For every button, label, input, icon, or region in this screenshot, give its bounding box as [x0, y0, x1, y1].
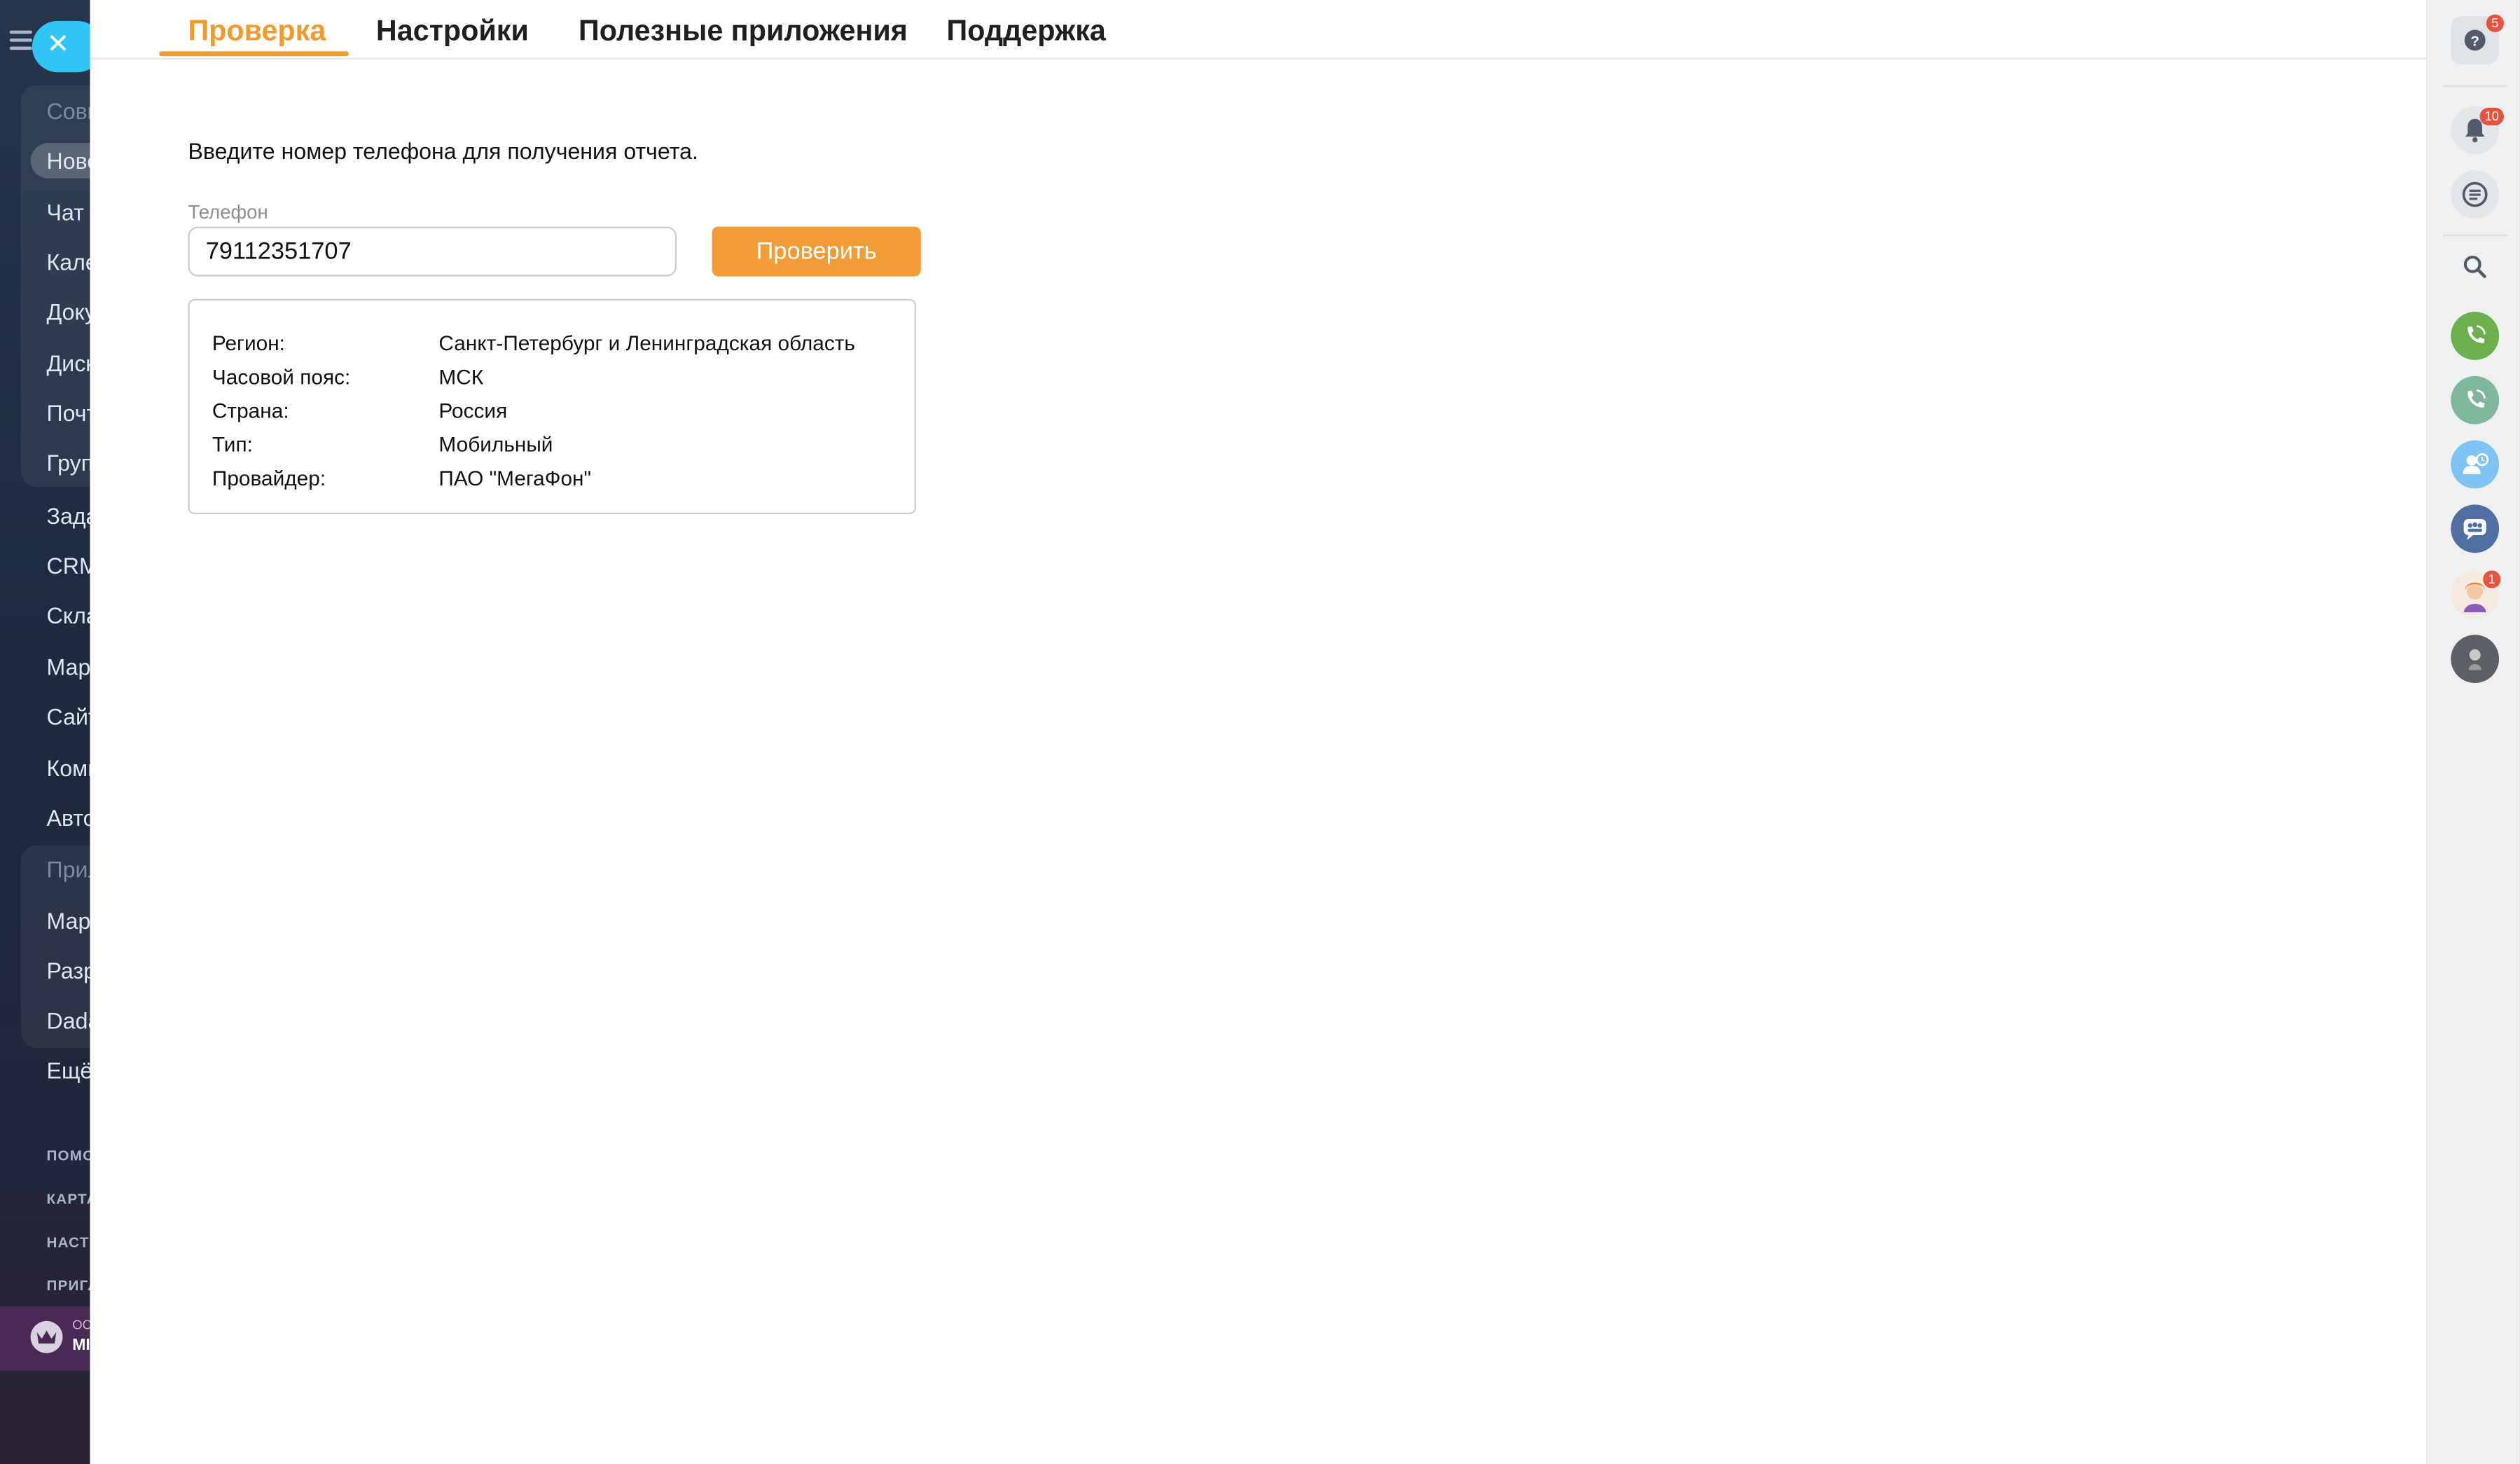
avatar-icon [2468, 649, 2481, 670]
user-clock-icon [2463, 453, 2489, 474]
sidebar-small-item-1[interactable]: КАРТА [47, 1191, 90, 1207]
rail-separator [2442, 234, 2507, 237]
tab-check[interactable]: Проверка [188, 15, 326, 48]
sidebar-footer-line2: МІ [72, 1337, 90, 1355]
sidebar-footer-line1: ОС [72, 1318, 90, 1332]
result-value: ПАО "МегаФон" [438, 466, 592, 490]
result-value: МСК [438, 364, 484, 389]
right-rail: ? 5 10 1 [2426, 0, 2520, 1464]
sidebar-item-3[interactable]: Кале [47, 249, 90, 275]
sidebar-item-7[interactable]: Груп [47, 450, 90, 476]
sidebar-item-6[interactable]: Почт [47, 400, 90, 426]
tab-bar: Проверка Настройки Полезные приложения П… [90, 0, 2427, 60]
hamburger-menu-icon[interactable] [9, 30, 32, 50]
tab-useful-apps[interactable]: Полезные приложения [579, 15, 908, 48]
group-chat-button[interactable] [2451, 504, 2500, 553]
sidebar-item-8[interactable]: Зада [47, 503, 90, 529]
phone-icon [2467, 325, 2486, 343]
notifications-badge: 10 [2479, 107, 2504, 125]
message-list-icon [2462, 181, 2488, 207]
result-key: Тип: [212, 432, 253, 457]
sidebar-item-13[interactable]: Комм [47, 755, 90, 781]
sidebar-small-item-0[interactable]: ПОМО [47, 1147, 90, 1163]
avatar-badge: 1 [2483, 570, 2501, 588]
sidebar-item-2[interactable]: Чат [47, 199, 84, 225]
timeman-button[interactable] [2451, 440, 2500, 489]
search-button[interactable] [2451, 242, 2499, 291]
sidebar-item-18[interactable]: Dada [47, 1007, 90, 1033]
sidebar-item-15[interactable]: Прил [47, 857, 90, 883]
phone-input[interactable] [188, 226, 677, 277]
result-key: Провайдер: [212, 466, 326, 490]
sidebar-small-item-2[interactable]: НАСТ [47, 1234, 90, 1250]
tab-settings[interactable]: Настройки [376, 15, 529, 48]
result-key: Часовой пояс: [212, 364, 351, 389]
result-key: Страна: [212, 398, 289, 423]
main-panel: Проверка Настройки Полезные приложения П… [90, 0, 2427, 1464]
check-button[interactable]: Проверить [712, 226, 921, 277]
phone-label: Телефон [188, 200, 268, 223]
phone-call-button[interactable] [2451, 312, 2500, 360]
phone-icon [2467, 389, 2486, 408]
result-panel: Регион: Санкт-Петербург и Ленинградская … [188, 298, 916, 515]
sidebar-item-11[interactable]: Марк [47, 654, 90, 680]
sidebar-item-9[interactable]: CRM [47, 553, 90, 579]
svg-text:?: ? [2470, 33, 2479, 49]
result-key: Регион: [212, 331, 285, 356]
rail-separator [2442, 85, 2507, 87]
sidebar-item-4[interactable]: Доку [47, 299, 90, 325]
crown-icon [30, 1320, 63, 1353]
sidebar-item-14[interactable]: Авто [47, 805, 90, 831]
active-tab-indicator [159, 51, 349, 57]
sidebar-item-16[interactable]: Марк [47, 908, 90, 934]
feed-button[interactable] [2451, 170, 2500, 219]
sidebar-item-10[interactable]: Скла [47, 602, 90, 628]
sidebar-item-5[interactable]: Диск [47, 350, 90, 376]
sidebar-item-1[interactable]: Ново [47, 148, 90, 174]
left-sidebar: Совм Ново Чат Кале Доку Диск Почт Груп З… [0, 0, 90, 1464]
close-icon[interactable]: ✕ [47, 27, 70, 62]
tab-support[interactable]: Поддержка [947, 15, 1106, 48]
form-intro-text: Введите номер телефона для получения отч… [188, 138, 698, 165]
group-chat-icon [2463, 519, 2486, 540]
user-avatar-2[interactable] [2451, 635, 2500, 684]
sidebar-item-17[interactable]: Разр [47, 958, 90, 983]
result-value: Санкт-Петербург и Ленинградская область [438, 331, 855, 356]
sidebar-item-19[interactable]: Ещё [47, 1058, 90, 1084]
result-value: Мобильный [438, 432, 553, 457]
result-value: Россия [438, 398, 508, 423]
sidebar-small-item-3[interactable]: ПРИГЛ [47, 1278, 90, 1294]
phone-call-secondary-button[interactable] [2451, 375, 2500, 424]
sidebar-item-12[interactable]: Сайт [47, 704, 90, 730]
sidebar-item-0[interactable]: Совм [47, 98, 90, 124]
help-badge: 5 [2486, 14, 2504, 32]
search-icon [2463, 256, 2486, 278]
